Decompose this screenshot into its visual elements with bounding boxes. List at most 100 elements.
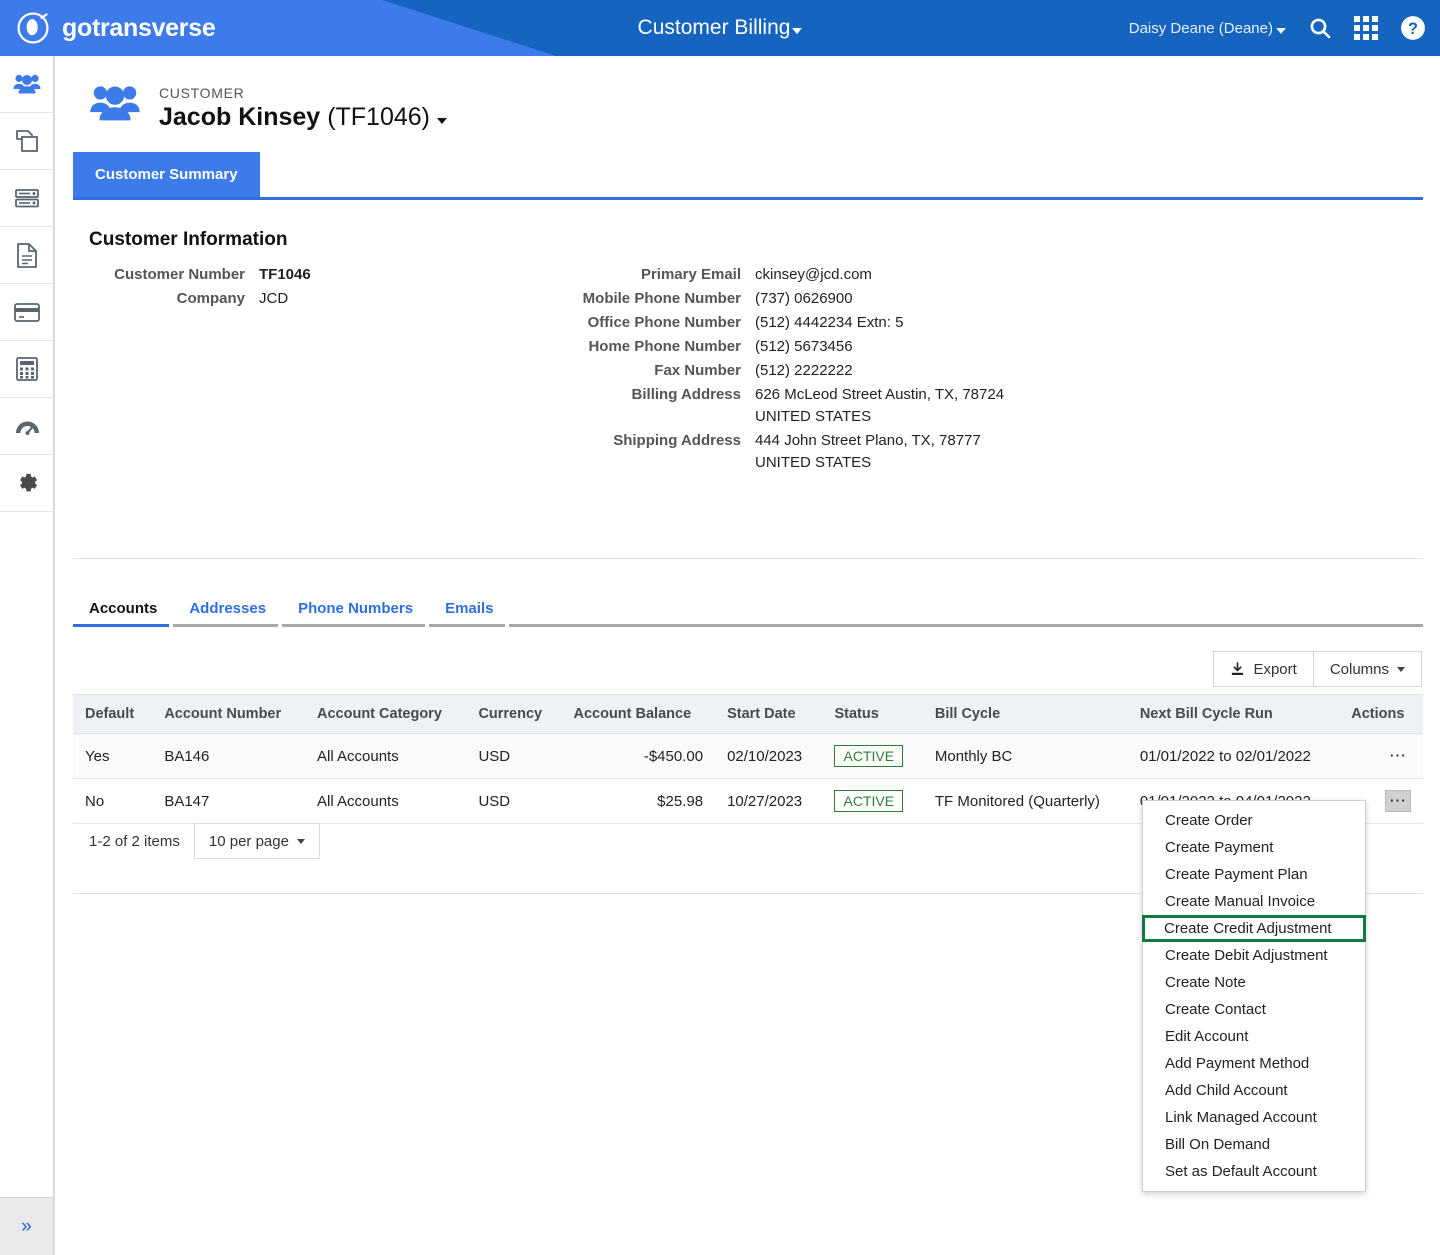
cell-default: No	[73, 778, 153, 824]
menu-item-create-credit-adjustment[interactable]: Create Credit Adjustment	[1142, 915, 1366, 942]
col-default[interactable]: Default	[73, 694, 153, 734]
people-group-icon	[90, 86, 140, 121]
sidebar-item-products[interactable]	[0, 113, 54, 170]
chevron-down-icon	[792, 28, 803, 34]
chevron-down-icon	[1397, 666, 1405, 672]
cell-status: ACTIVE	[822, 733, 923, 779]
sidebar-item-invoices[interactable]	[0, 227, 54, 284]
info-label: Fax Number	[654, 362, 741, 379]
sidebar-item-billing[interactable]	[0, 341, 54, 398]
columns-label: Columns	[1329, 660, 1389, 678]
cell-account-category: All Accounts	[305, 733, 467, 779]
info-value: (512) 4442234 Extn: 5	[755, 314, 904, 331]
menu-item-create-note[interactable]: Create Note	[1143, 969, 1365, 996]
col-account-category[interactable]: Account Category	[305, 694, 467, 734]
col-next-bill-cycle-run[interactable]: Next Bill Cycle Run	[1127, 694, 1340, 734]
sidebar-item-dashboard[interactable]	[0, 398, 54, 455]
account-actions-menu: Create Order Create Payment Create Payme…	[1142, 800, 1366, 1192]
sidebar-item-settings[interactable]	[0, 455, 54, 512]
cell-account-balance: -$450.00	[561, 733, 716, 779]
tab-phone-numbers[interactable]: Phone Numbers	[282, 600, 429, 627]
chevron-down-icon	[296, 838, 305, 844]
col-currency[interactable]: Currency	[466, 694, 562, 734]
customer-name: Jacob Kinsey	[159, 103, 321, 131]
left-sidebar: »	[0, 56, 54, 1255]
search-icon[interactable]	[1308, 16, 1332, 40]
chevron-down-icon	[437, 117, 447, 124]
sidebar-item-payments[interactable]	[0, 284, 54, 341]
kebab-menu-icon[interactable]: ⋯	[1385, 745, 1411, 767]
cell-actions: ⋯	[1339, 733, 1423, 779]
menu-item-create-payment-plan[interactable]: Create Payment Plan	[1143, 861, 1365, 888]
info-row: Fax Number (512) 2222222	[565, 360, 1025, 382]
main-content: CUSTOMER Jacob Kinsey (TF1046) Customer …	[54, 56, 1440, 1255]
menu-item-link-managed-account[interactable]: Link Managed Account	[1143, 1104, 1365, 1131]
tab-emails[interactable]: Emails	[429, 600, 509, 627]
col-account-number[interactable]: Account Number	[152, 694, 305, 734]
customer-info-left-column: Customer Number TF1046 Company JCD	[89, 264, 569, 312]
info-label: Shipping Address	[613, 432, 741, 449]
info-row: Billing Address 626 McLeod Street Austin…	[565, 384, 1025, 428]
table-header-row: Default Account Number Account Category …	[73, 694, 1423, 734]
cell-status: ACTIVE	[822, 778, 923, 824]
customer-info-right-column: Primary Email ckinsey@jcd.com Mobile Pho…	[565, 264, 1025, 476]
col-bill-cycle[interactable]: Bill Cycle	[922, 694, 1128, 734]
col-start-date[interactable]: Start Date	[715, 694, 823, 734]
brand-name: gotransverse	[62, 13, 216, 42]
document-icon	[17, 242, 37, 268]
menu-item-set-as-default-account[interactable]: Set as Default Account	[1143, 1158, 1365, 1185]
cell-bill-cycle: Monthly BC	[922, 733, 1128, 779]
menu-item-create-order[interactable]: Create Order	[1143, 807, 1365, 834]
info-label: Mobile Phone Number	[582, 290, 741, 307]
menu-item-add-child-account[interactable]: Add Child Account	[1143, 1077, 1365, 1104]
menu-item-create-manual-invoice[interactable]: Create Manual Invoice	[1143, 888, 1365, 915]
gotransverse-logo-icon	[17, 12, 49, 44]
sidebar-item-servers[interactable]	[0, 170, 54, 227]
info-label: Office Phone Number	[587, 314, 741, 331]
grid-apps-icon[interactable]	[1354, 16, 1378, 40]
columns-button[interactable]: Columns	[1313, 651, 1422, 687]
customer-title-dropdown[interactable]: Jacob Kinsey (TF1046)	[159, 103, 447, 132]
cell-account-category: All Accounts	[305, 778, 467, 824]
info-label: Billing Address	[631, 386, 741, 403]
tab-customer-summary[interactable]: Customer Summary	[73, 152, 260, 197]
info-label: Home Phone Number	[588, 338, 741, 355]
col-account-balance[interactable]: Account Balance	[561, 694, 716, 734]
user-menu[interactable]: Daisy Deane (Deane)	[1129, 20, 1286, 37]
cell-currency: USD	[466, 733, 562, 779]
menu-item-create-payment[interactable]: Create Payment	[1143, 834, 1365, 861]
info-row: Shipping Address 444 John Street Plano, …	[565, 430, 1025, 474]
section-title-customer-information: Customer Information	[89, 229, 288, 250]
col-status[interactable]: Status	[822, 694, 923, 734]
account-subtabs: Accounts Addresses Phone Numbers Emails	[73, 587, 1423, 627]
info-value: 444 John Street Plano, TX, 78777 UNITED …	[755, 432, 981, 471]
cell-account-number: BA146	[152, 733, 305, 779]
gauge-icon	[15, 421, 39, 437]
info-label: Customer Number	[114, 266, 245, 283]
tab-addresses[interactable]: Addresses	[173, 600, 282, 627]
menu-item-create-contact[interactable]: Create Contact	[1143, 996, 1365, 1023]
cell-bill-cycle: TF Monitored (Quarterly)	[922, 778, 1128, 824]
copy-pages-icon	[16, 130, 38, 152]
page-size-select[interactable]: 10 per page	[193, 823, 320, 859]
help-circle-icon[interactable]: ?	[1400, 15, 1426, 41]
sidebar-item-customers[interactable]	[0, 56, 54, 113]
subtab-underline-filler	[509, 624, 1423, 627]
tab-accounts[interactable]: Accounts	[73, 600, 173, 627]
brand-logo-area[interactable]: gotransverse	[16, 0, 216, 56]
menu-item-bill-on-demand[interactable]: Bill On Demand	[1143, 1131, 1365, 1158]
export-button[interactable]: Export	[1213, 651, 1314, 687]
info-row: Primary Email ckinsey@jcd.com	[565, 264, 1025, 286]
menu-item-create-debit-adjustment[interactable]: Create Debit Adjustment	[1143, 942, 1365, 969]
info-label: Company	[176, 290, 245, 307]
table-toolbar: Export Columns	[1213, 651, 1422, 687]
pagination-count: 1-2 of 2 items	[89, 832, 180, 850]
app-title-dropdown[interactable]: Customer Billing	[638, 16, 803, 40]
menu-item-add-payment-method[interactable]: Add Payment Method	[1143, 1050, 1365, 1077]
menu-item-edit-account[interactable]: Edit Account	[1143, 1023, 1365, 1050]
kebab-menu-icon[interactable]: ⋯	[1385, 790, 1411, 812]
info-value: JCD	[259, 290, 289, 307]
info-value: (512) 5673456	[755, 338, 853, 355]
table-row[interactable]: Yes BA146 All Accounts USD -$450.00 02/1…	[73, 733, 1423, 779]
sidebar-expand-button[interactable]: »	[0, 1197, 53, 1255]
